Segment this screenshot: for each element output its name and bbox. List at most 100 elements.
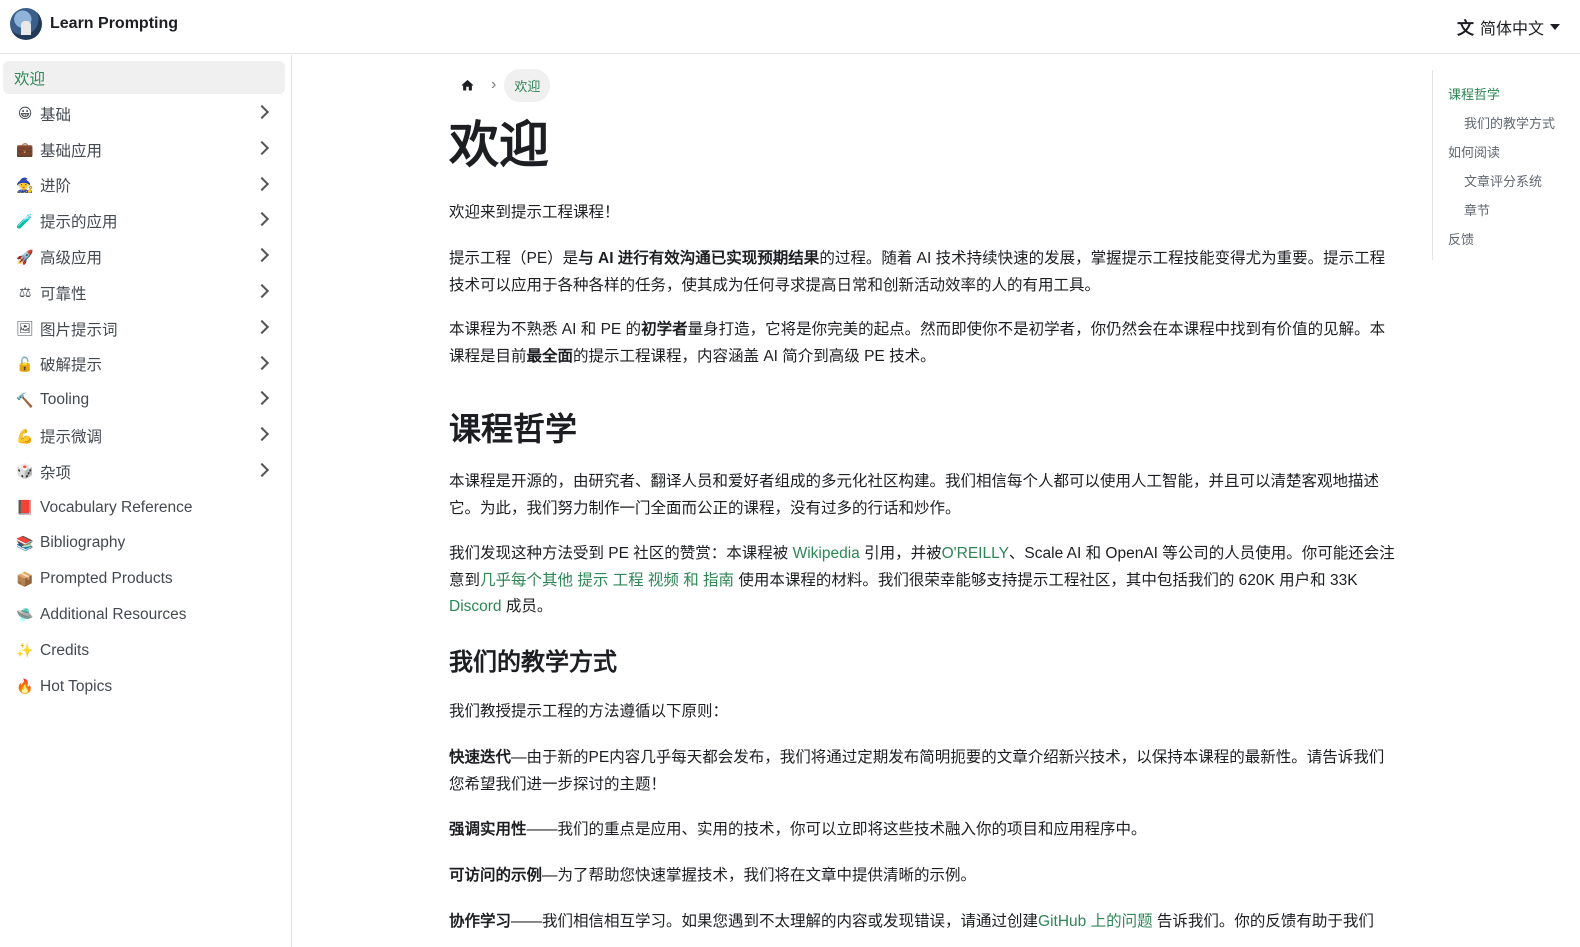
brand-logo: [10, 8, 42, 40]
sidebar-item[interactable]: 🔨 Tooling: [3, 382, 285, 418]
principle-examples: 可访问的示例—为了帮助您快速掌握技术，我们将在文章中提供清晰的示例。: [449, 867, 977, 884]
sidebar-item[interactable]: 😀 基础: [3, 96, 285, 132]
sidebar-item-label: 可靠性: [40, 285, 87, 303]
sidebar-item-icon: 💼: [16, 141, 34, 158]
sidebar-item[interactable]: 🚀 高级应用: [3, 239, 285, 275]
sidebar-item-label: 提示的应用: [40, 214, 118, 232]
chevron-right-icon[interactable]: [254, 176, 270, 191]
home-icon: [461, 79, 473, 90]
sidebar-item[interactable]: 🔓 破解提示: [3, 347, 285, 383]
sidebar-item-label: 欢迎: [14, 70, 46, 88]
sidebar-item[interactable]: 🔥 Hot Topics: [3, 669, 285, 705]
chevron-right-icon[interactable]: [254, 391, 270, 406]
sidebar-item-label: Tooling: [40, 391, 90, 409]
principle-practicality: 强调实用性——我们的重点是应用、实用的技术，你可以立即将这些技术融入你的项目和应…: [449, 821, 1147, 838]
chevron-right-icon[interactable]: [254, 355, 270, 370]
toc-item[interactable]: 反馈: [1448, 225, 1572, 254]
paragraph-pe-definition: 提示工程（PE）是与 AI 进行有效沟通已实现预期结果的过程。随着 AI 技术持…: [449, 250, 1386, 294]
wikipedia-link[interactable]: Wikipedia: [793, 545, 860, 562]
sidebar-item[interactable]: 📚 Bibliography: [3, 526, 285, 562]
brand-link[interactable]: Learn Prompting: [10, 8, 178, 40]
paragraph-principles: 我们教授提示工程的方法遵循以下原则：: [449, 703, 729, 720]
sidebar-item[interactable]: 🖼 图片提示词: [3, 311, 285, 347]
sidebar-item-label: 提示微调: [40, 429, 103, 447]
table-of-contents: 课程哲学 我们的教学方式 如何阅读 文章评分系统 章节 反馈: [1432, 70, 1572, 260]
chevron-right-icon[interactable]: [254, 140, 270, 155]
top-navbar: Learn Prompting 文 简体中文: [0, 0, 1580, 54]
sidebar-item-label: Vocabulary Reference: [40, 498, 193, 516]
translate-icon: 文: [1456, 19, 1474, 38]
sidebar-item-icon: 📦: [16, 570, 34, 587]
sidebar-item[interactable]: 🧙 进阶: [3, 168, 285, 204]
sidebar-item[interactable]: 📦 Prompted Products: [3, 561, 285, 597]
chevron-right-icon[interactable]: [254, 104, 270, 120]
sidebar-item[interactable]: 💼 基础应用: [3, 132, 285, 168]
breadcrumb: › 欢迎: [449, 68, 551, 102]
sidebar-item-icon: 🔨: [16, 391, 34, 408]
sidebar-item-label: Prompted Products: [40, 570, 173, 588]
chevron-right-icon[interactable]: [254, 248, 270, 263]
toc-item[interactable]: 我们的教学方式: [1448, 109, 1572, 138]
sidebar-item-icon: 📕: [16, 499, 34, 516]
oreilly-link[interactable]: O'REILLY: [942, 545, 1009, 562]
sidebar-item-label: 破解提示: [40, 357, 103, 375]
github-issues-link[interactable]: GitHub 上的问题: [1038, 913, 1153, 930]
sidebar-item-label: 图片提示词: [40, 321, 118, 339]
sidebar: 欢迎 😀 基础 💼 基础应用 🧙 进阶 🧪 提示的应用 🚀 高级应用 ⚖ 可靠性 🖼 图片提示词 🔓 破解提示 🔨…: [0, 55, 292, 947]
principle-fast-iteration: 快速迭代—由于新的PE内容几乎每天都会发布，我们将通过定期发布简明扼要的文章介绍…: [449, 749, 1385, 793]
sidebar-item-icon: 🧪: [16, 212, 34, 229]
chevron-right-icon[interactable]: [254, 319, 270, 334]
sidebar-item-icon: ✨: [16, 642, 34, 659]
breadcrumb-current: 欢迎: [504, 68, 551, 102]
sidebar-item-label: 基础应用: [40, 142, 103, 160]
page-title: 欢迎: [449, 117, 549, 173]
other-guides-link[interactable]: 几乎每个其他 提示 工程 视频 和 指南: [480, 572, 734, 589]
principle-collaboration: 协作学习——我们相信相互学习。如果您遇到不太理解的内容或发现错误，请通过创建Gi…: [449, 913, 1374, 930]
sidebar-item-label: Bibliography: [40, 534, 126, 552]
toc-item[interactable]: 课程哲学: [1448, 80, 1572, 109]
paragraph-philosophy: 本课程是开源的，由研究者、翻译人员和爱好者组成的多元化社区构建。我们相信每个人都…: [449, 473, 1380, 517]
sidebar-item[interactable]: 📕 Vocabulary Reference: [3, 490, 285, 526]
chevron-right-icon[interactable]: [254, 427, 270, 442]
sidebar-item-icon: 💪: [16, 427, 34, 444]
sidebar-item-icon: 😀: [17, 105, 33, 122]
sidebar-item[interactable]: ✨ Credits: [3, 633, 285, 669]
sidebar-item[interactable]: 欢迎: [3, 61, 285, 94]
sidebar-item-label: 基础: [40, 106, 72, 124]
brand-title: Learn Prompting: [50, 15, 179, 32]
breadcrumb-home[interactable]: [449, 69, 485, 101]
toc-item[interactable]: 文章评分系统: [1448, 167, 1572, 196]
sidebar-item[interactable]: 💪 提示微调: [3, 418, 285, 454]
sidebar-item-icon: 🧙: [16, 176, 34, 193]
sidebar-item-label: Additional Resources: [40, 606, 187, 624]
sidebar-item-label: 进阶: [40, 178, 72, 196]
paragraph-audience: 本课程为不熟悉 AI 和 PE 的初学者量身打造，它将是你完美的起点。然而即使你…: [449, 321, 1386, 365]
sidebar-item-icon: 🚀: [16, 248, 34, 265]
caret-down-icon: [1550, 23, 1560, 30]
sidebar-item-icon: 🛸: [16, 606, 34, 623]
sidebar-item-icon: 📚: [16, 534, 34, 551]
sidebar-item-label: 杂项: [40, 464, 72, 482]
sidebar-item[interactable]: 🎲 杂项: [3, 454, 285, 490]
sidebar-item[interactable]: 🧪 提示的应用: [3, 203, 285, 239]
toc-item[interactable]: 如何阅读: [1448, 138, 1572, 167]
discord-link[interactable]: Discord: [449, 598, 502, 615]
sidebar-item-label: Credits: [40, 641, 90, 659]
language-dropdown[interactable]: 文 简体中文: [1457, 14, 1560, 39]
toc-item[interactable]: 章节: [1448, 196, 1572, 225]
sidebar-item[interactable]: ⚖ 可靠性: [3, 275, 285, 311]
intro-paragraph: 欢迎来到提示工程课程！: [449, 204, 620, 221]
breadcrumb-separator-icon: ›: [491, 76, 497, 93]
sidebar-item-icon: 🎲: [16, 463, 34, 480]
language-label: 简体中文: [1479, 20, 1544, 38]
chevron-right-icon[interactable]: [254, 283, 270, 299]
sidebar-item[interactable]: 🛸 Additional Resources: [3, 597, 285, 633]
chevron-right-icon[interactable]: [254, 462, 270, 478]
paragraph-community: 我们发现这种方法受到 PE 社区的赞赏：本课程被 Wikipedia 引用，并被…: [449, 545, 1395, 615]
section-heading-philosophy: 课程哲学: [449, 411, 578, 447]
sidebar-item-icon: 🔓: [16, 355, 34, 372]
sidebar-item-label: 高级应用: [40, 250, 103, 268]
chevron-right-icon[interactable]: [254, 212, 270, 227]
sidebar-list: 欢迎 😀 基础 💼 基础应用 🧙 进阶 🧪 提示的应用 🚀 高级应用 ⚖ 可靠性 🖼 图片提示词 🔓 破解提示 🔨…: [0, 55, 291, 705]
subsection-heading-teaching: 我们的教学方式: [449, 649, 617, 676]
